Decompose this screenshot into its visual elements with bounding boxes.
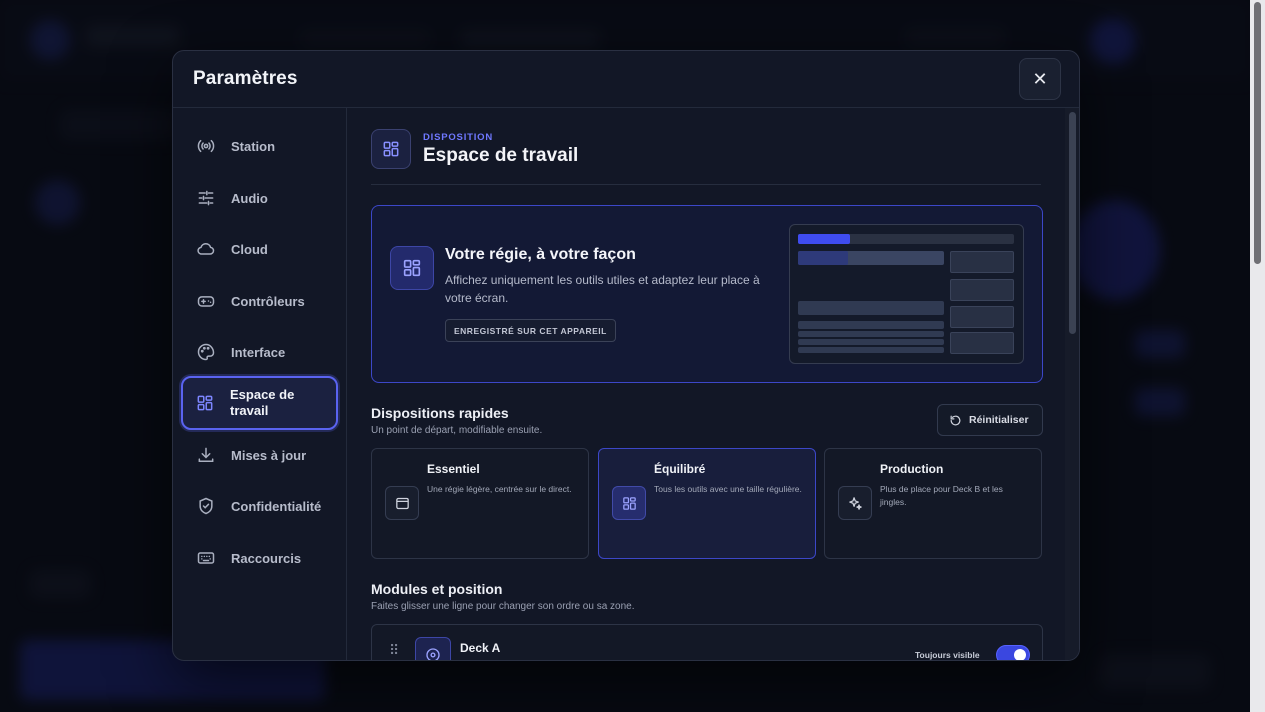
- content-scrollbar-thumb[interactable]: [1069, 112, 1076, 334]
- card-title: Essentiel: [427, 462, 480, 476]
- layout-grid-icon: [622, 496, 636, 510]
- sidebar-item-audio[interactable]: Audio: [183, 178, 337, 218]
- shield-icon: [199, 497, 213, 515]
- layout-card-equilibre[interactable]: Équilibré Tous les outils avec une taill…: [598, 448, 816, 559]
- sidebar-item-raccourcis[interactable]: Raccourcis: [183, 538, 337, 578]
- reset-icon: [950, 415, 961, 425]
- section-icon: [371, 129, 411, 169]
- card-title: Production: [880, 462, 944, 476]
- sidebar-item-espace-de-travail[interactable]: Espace de travail: [181, 376, 338, 430]
- card-description: Une régie légère, centrée sur le direct.: [427, 484, 572, 494]
- divider: [371, 184, 1041, 185]
- section-title: Espace de travail: [423, 144, 579, 166]
- layout-grid-icon: [383, 141, 399, 157]
- drag-handle-icon[interactable]: ⠿: [389, 643, 399, 657]
- module-row-deck-a[interactable]: ⠿ Deck A Toujours visible: [371, 624, 1043, 660]
- gamepad-icon: [197, 296, 215, 307]
- layout-card-production[interactable]: Production Plus de place pour Deck B et …: [824, 448, 1042, 559]
- sidebar-item-confidentialite[interactable]: Confidentialité: [183, 486, 337, 526]
- hero-description: Affichez uniquement les outils utiles et…: [445, 273, 760, 305]
- download-icon: [198, 447, 214, 462]
- module-visibility-toggle[interactable]: [996, 645, 1030, 660]
- reset-label: Réinitialiser: [969, 414, 1029, 426]
- sidebar-item-cloud[interactable]: Cloud: [183, 229, 337, 269]
- sidebar-item-label: Cloud: [231, 241, 268, 257]
- quick-layouts-title: Dispositions rapides: [371, 405, 509, 421]
- layout-grid-icon: [403, 259, 421, 277]
- saved-on-device-badge: ENREGISTRÉ SUR CET APPAREIL: [445, 319, 616, 342]
- module-visibility-label: Toujours visible: [915, 650, 980, 660]
- sidebar-item-label: Contrôleurs: [231, 293, 305, 309]
- sidebar-item-station[interactable]: Station: [183, 126, 337, 166]
- card-title: Équilibré: [654, 462, 706, 476]
- sidebar-item-interface[interactable]: Interface: [183, 332, 337, 372]
- sidebar-item-label: Interface: [231, 344, 286, 360]
- section-eyebrow: DISPOSITION: [423, 131, 494, 143]
- card-icon: [612, 486, 646, 520]
- settings-sidebar: Station Audio Cloud Contrôleurs Interfac…: [173, 108, 347, 660]
- sidebar-item-label: Audio: [231, 190, 268, 206]
- palette-icon: [197, 343, 215, 361]
- cloud-icon: [197, 243, 215, 255]
- sidebar-item-label: Raccourcis: [231, 550, 302, 566]
- sidebar-item-controleurs[interactable]: Contrôleurs: [183, 281, 337, 321]
- sidebar-item-mises-a-jour[interactable]: Mises à jour: [183, 435, 337, 475]
- modal-header: Paramètres ✕: [173, 51, 1079, 108]
- layout-grid-icon: [197, 395, 213, 411]
- sparkles-icon: [848, 496, 862, 510]
- layout-preview: [789, 224, 1024, 364]
- sidebar-item-label: Station: [231, 138, 276, 154]
- sliders-icon: [198, 190, 214, 206]
- hero-icon: [390, 246, 434, 290]
- layout-card-essentiel[interactable]: Essentiel Une régie légère, centrée sur …: [371, 448, 589, 559]
- card-icon: [838, 486, 872, 520]
- module-title: Deck A: [460, 641, 501, 655]
- settings-content: DISPOSITION Espace de travail Votre régi…: [347, 108, 1079, 660]
- workspace-hero-card: Votre régie, à votre façon Affichez uniq…: [371, 205, 1043, 383]
- card-icon: [385, 486, 419, 520]
- sidebar-item-label: Mises à jour: [231, 447, 307, 463]
- modules-subtitle: Faites glisser une ligne pour changer so…: [371, 601, 635, 612]
- window-icon: [395, 497, 409, 509]
- quick-layouts-subtitle: Un point de départ, modifiable ensuite.: [371, 425, 543, 436]
- close-icon: ✕: [1032, 68, 1048, 89]
- module-icon: [415, 637, 451, 660]
- broadcast-icon: [197, 139, 215, 153]
- reset-button[interactable]: Réinitialiser: [937, 404, 1043, 436]
- close-button[interactable]: ✕: [1019, 58, 1061, 100]
- card-description: Tous les outils avec une taille régulièr…: [654, 484, 802, 494]
- sidebar-item-label: Espace de travail: [230, 387, 295, 418]
- sidebar-item-label: Confidentialité: [231, 498, 322, 514]
- hero-title: Votre régie, à votre façon: [445, 246, 636, 263]
- page-scrollbar-thumb[interactable]: [1254, 2, 1261, 264]
- card-description: Plus de place pour Deck B et les jingles…: [880, 484, 1003, 507]
- settings-modal: Paramètres ✕ Station Audio Cloud Contrôl…: [172, 50, 1080, 661]
- modules-title: Modules et position: [371, 581, 503, 597]
- disc-icon: [426, 648, 440, 660]
- modal-title: Paramètres: [193, 68, 298, 89]
- keyboard-icon: [197, 552, 215, 564]
- section-header: DISPOSITION Espace de travail: [371, 129, 578, 169]
